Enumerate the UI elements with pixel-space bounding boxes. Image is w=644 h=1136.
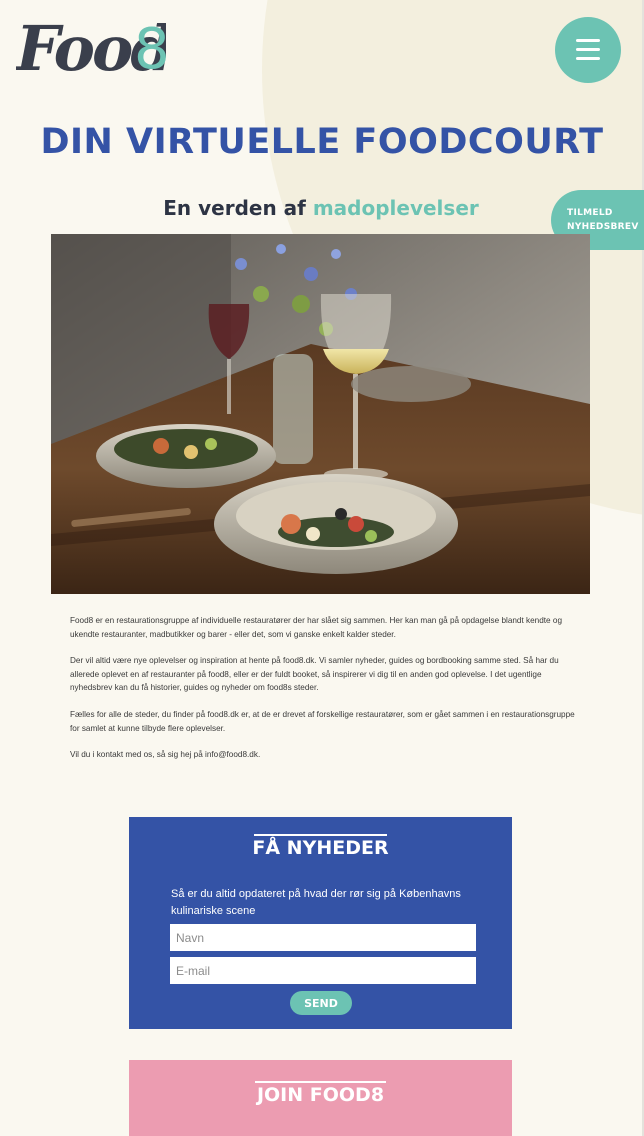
join-title: JOIN FOOD8 <box>256 1084 385 1106</box>
logo[interactable]: Food 8 <box>16 8 166 78</box>
join-section[interactable]: JOIN FOOD8 <box>129 1060 512 1136</box>
send-button[interactable]: SEND <box>290 991 352 1015</box>
signup-title-rule <box>254 834 387 836</box>
newsletter-signup-box: FÅ NYHEDER Så er du altid opdateret på h… <box>129 817 512 1029</box>
name-field[interactable] <box>170 924 476 951</box>
subtitle: En verden af madoplevelser <box>0 196 642 220</box>
intro-paragraph: Fælles for alle de steder, du finder på … <box>70 709 575 733</box>
page-title: DIN VIRTUELLE FOODCOURT <box>40 122 604 162</box>
intro-paragraph: Vil du i kontakt med os, så sig hej på i… <box>70 750 261 760</box>
signup-title: FÅ NYHEDER <box>252 837 389 859</box>
logo-number: 8 <box>134 17 166 78</box>
subtitle-prefix: En verden af <box>163 196 313 220</box>
intro-paragraph: Der vil altid være nye oplevelser og ins… <box>70 656 559 693</box>
intro-text: Food8 er en restaurationsgruppe af indiv… <box>70 614 575 775</box>
page: Food 8 DIN VIRTUELLE FOODCOURT En verden… <box>0 0 644 1136</box>
hero-image <box>51 234 590 594</box>
signup-description: Så er du altid opdateret på hvad der rør… <box>171 888 461 917</box>
logo-mark: Food 8 <box>16 12 166 78</box>
email-field[interactable] <box>170 957 476 984</box>
subtitle-highlight: madoplevelser <box>312 196 479 220</box>
newsletter-tab-line2: NYHEDSBREV <box>567 222 639 232</box>
menu-button[interactable] <box>555 17 621 83</box>
join-title-rule <box>255 1081 386 1083</box>
intro-paragraph: Food8 er en restaurationsgruppe af indiv… <box>70 616 562 639</box>
newsletter-tab-line1: TILMELD <box>567 208 613 218</box>
